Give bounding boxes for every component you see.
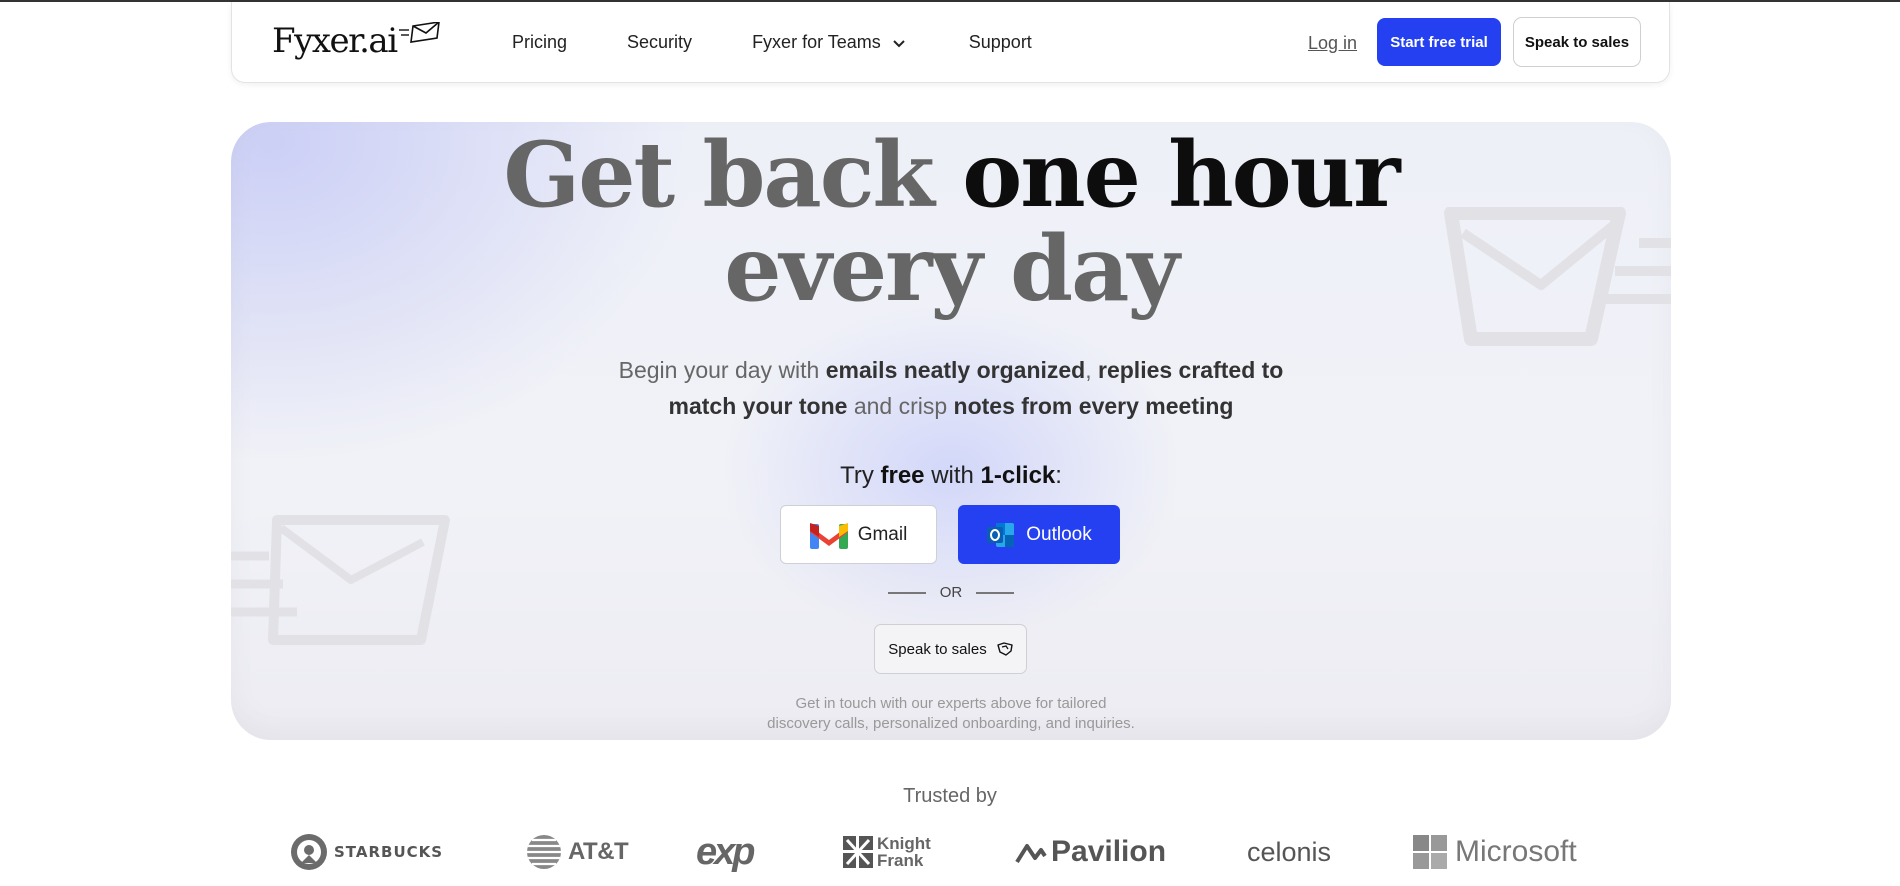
pavilion-wordmark: Pavilion <box>1051 835 1167 868</box>
or-divider: OR <box>231 584 1671 601</box>
sub-text-3: and crisp <box>847 393 954 419</box>
nav-links: Pricing Security Fyxer for Teams Support <box>512 32 1032 53</box>
divider-line <box>976 591 1015 594</box>
speak-to-sales-nav-button[interactable]: Speak to sales <box>1513 17 1641 67</box>
microsoft-logo: Microsoft <box>1413 830 1577 874</box>
starbucks-logo: STARBUCKS <box>290 830 443 874</box>
login-link[interactable]: Log in <box>1308 33 1357 54</box>
envelope-logo-icon <box>398 22 440 43</box>
note-line-1: Get in touch with our experts above for … <box>795 695 1107 712</box>
headline-highlight: one hour <box>962 122 1400 228</box>
nav-fyxer-for-teams[interactable]: Fyxer for Teams <box>752 32 905 53</box>
hero-subheading: Begin your day with emails neatly organi… <box>601 352 1301 424</box>
contact-note: Get in touch with our experts above for … <box>231 694 1671 734</box>
sub-bold-3: notes from every meeting <box>953 393 1234 419</box>
note-line-2: discovery calls, personalized onboarding… <box>767 715 1135 732</box>
gmail-label: Gmail <box>857 523 908 545</box>
exp-wordmark: exp <box>696 830 756 873</box>
sub-text-2: , <box>1085 357 1099 383</box>
trusted-by-heading: Trusted by <box>903 785 997 807</box>
top-navigation: Fyxer.ai Pricing Security Fyxer for Team… <box>231 2 1670 83</box>
att-wordmark: AT&T <box>568 838 629 865</box>
speak-to-sales-hero-button[interactable]: Speak to sales <box>874 624 1027 674</box>
headline-part-2: every day <box>724 216 1179 322</box>
try-free-label: Try free with 1-click: <box>231 462 1671 490</box>
knight-frank-mark-icon <box>843 836 873 868</box>
try-text-2: with <box>924 462 981 489</box>
knight-frank-wordmark: Knight Frank <box>877 834 931 870</box>
start-free-trial-button[interactable]: Start free trial <box>1377 18 1501 66</box>
pavilion-logo: Pavilion <box>1015 830 1166 874</box>
microsoft-squares-icon <box>1413 835 1447 869</box>
sub-bold-1: emails neatly organized <box>825 357 1086 383</box>
try-text-1: Try <box>840 462 881 489</box>
headline-part-1: Get back <box>503 122 963 228</box>
outlook-signup-button[interactable]: Outlook <box>958 505 1120 564</box>
outlook-label: Outlook <box>1026 523 1092 545</box>
customer-logos: STARBUCKS AT&T exp Knight Frank Pavilion… <box>290 830 1690 874</box>
nav-support[interactable]: Support <box>969 32 1032 53</box>
nav-pricing[interactable]: Pricing <box>512 32 567 53</box>
starbucks-wordmark: STARBUCKS <box>334 843 444 861</box>
try-bold-1: free <box>880 462 925 489</box>
nav-security[interactable]: Security <box>627 32 692 53</box>
hero-headline: Get back one hour every day <box>231 128 1671 316</box>
divider-line <box>887 591 926 594</box>
hero-section: Get back one hour every day Begin your d… <box>231 122 1671 740</box>
sub-text-1: Begin your day with <box>618 357 826 383</box>
exp-realty-logo: exp <box>696 830 756 874</box>
gmail-signup-button[interactable]: Gmail <box>780 505 937 564</box>
gmail-icon <box>809 521 848 549</box>
starbucks-siren-icon <box>291 834 327 870</box>
celonis-logo: celonis <box>1247 830 1331 874</box>
logo-text: Fyxer.ai <box>272 21 398 61</box>
att-globe-icon <box>527 835 561 869</box>
knight-frank-logo: Knight Frank <box>843 830 937 874</box>
fyxer-logo[interactable]: Fyxer.ai <box>272 18 441 64</box>
chevron-down-icon <box>893 39 905 47</box>
try-text-3: : <box>1055 462 1062 489</box>
speak-to-sales-label: Speak to sales <box>888 640 987 658</box>
att-logo: AT&T <box>526 830 629 874</box>
nav-teams-label: Fyxer for Teams <box>752 32 881 52</box>
pavilion-mark-icon <box>1015 844 1047 864</box>
try-bold-2: 1-click <box>980 462 1056 489</box>
microsoft-wordmark: Microsoft <box>1455 835 1577 868</box>
outlook-icon <box>986 521 1016 549</box>
or-label: OR <box>939 584 963 601</box>
celonis-wordmark: celonis <box>1247 836 1332 867</box>
handshake-icon <box>997 642 1013 656</box>
